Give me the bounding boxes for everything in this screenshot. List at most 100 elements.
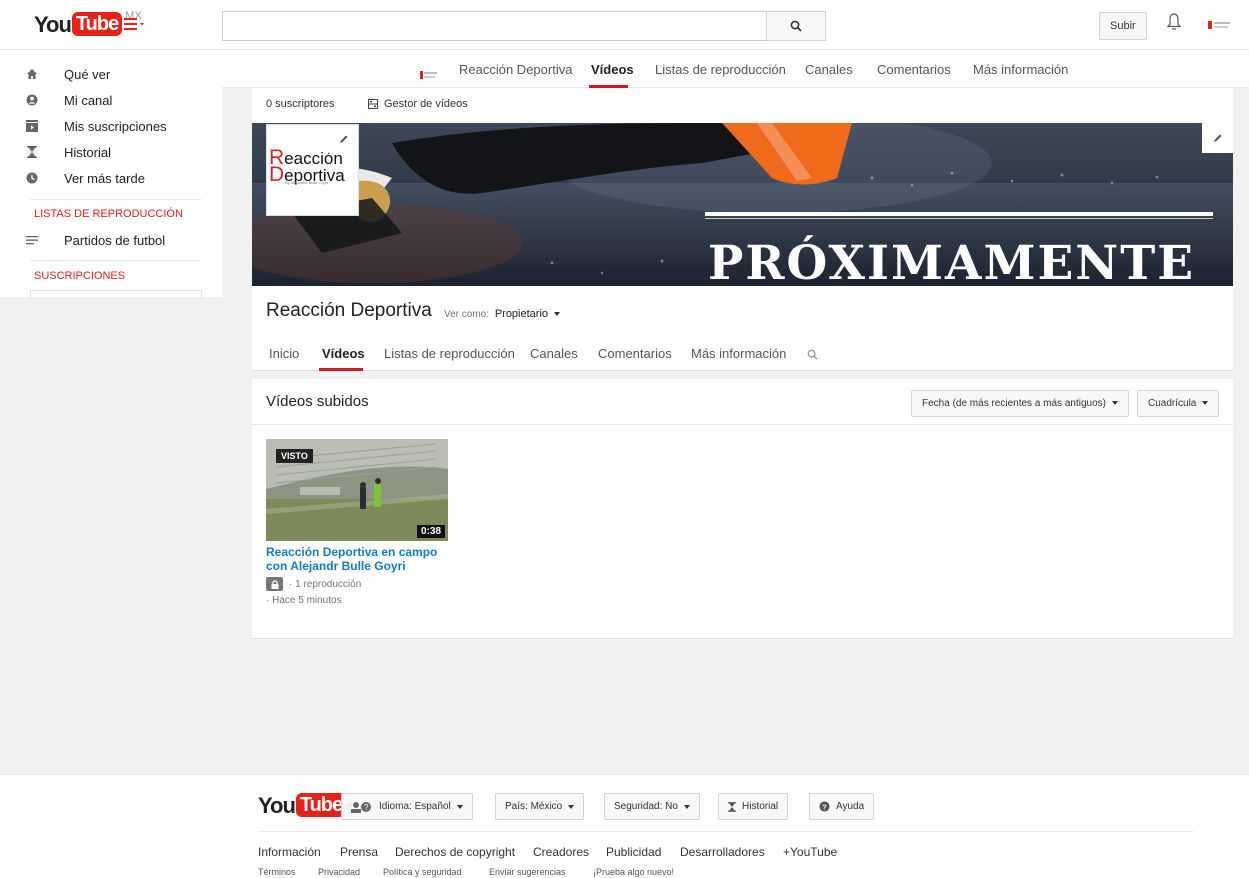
tab-channels[interactable]: Canales [530, 346, 578, 361]
channel-nav-comments[interactable]: Comentarios [877, 62, 951, 77]
banner-rule [705, 212, 1213, 216]
logo-byline: By Alejandro Bulle Goyri [285, 180, 329, 185]
language-icon: ? [351, 801, 371, 813]
user-icon [26, 94, 38, 106]
history-button[interactable]: Historial [718, 793, 789, 820]
clock-icon [26, 172, 38, 184]
chevron-down-icon [683, 804, 690, 809]
section-divider [252, 424, 1233, 425]
guide-sidebar: Qué ver Mi canal Mis suscripciones Histo… [0, 50, 222, 298]
sort-label: Fecha (de más recientes a más antiguos) [922, 398, 1106, 409]
bell-icon[interactable] [1166, 13, 1182, 34]
svg-text:?: ? [822, 802, 827, 811]
footer-link[interactable]: Desarrolladores [680, 845, 765, 859]
hourglass-icon [26, 146, 38, 158]
video-manager-link[interactable]: Gestor de vídeos [368, 98, 468, 110]
chevron-down-icon [554, 312, 561, 317]
channel-nav-name[interactable]: Reacción Deportiva [459, 62, 572, 77]
logo-letter-d: D [269, 163, 285, 186]
channel-nav-channels[interactable]: Canales [805, 62, 853, 77]
view-label: Cuadrícula [1148, 398, 1197, 409]
footer-link[interactable]: Creadores [533, 845, 589, 859]
sidebar-item-label: Historial [64, 144, 111, 160]
watched-badge: VISTO [276, 449, 313, 463]
safety-button[interactable]: Seguridad: No [604, 793, 700, 820]
channel-logo-text: Reacción Deportiva [269, 147, 345, 186]
language-button[interactable]: ? Idioma: Español [341, 793, 473, 820]
tab-about[interactable]: Más información [691, 346, 786, 361]
channel-avatar[interactable]: Reacción Deportiva By Alejandro Bulle Go… [266, 124, 359, 216]
lock-icon [266, 577, 283, 591]
sidebar-item-suscripciones[interactable]: Mis suscripciones [26, 116, 167, 136]
footer-link[interactable]: Derechos de copyright [395, 845, 515, 859]
footer: You Tube ? Idioma: Español País: México … [0, 774, 1249, 878]
sidebar-heading-playlists[interactable]: LISTAS DE REPRODUCCIÓN [34, 208, 183, 220]
tab-playlists[interactable]: Listas de reproducción [384, 346, 515, 361]
uploaded-videos-section: Vídeos subidos Fecha (de más recientes a… [252, 379, 1233, 639]
footer-link[interactable]: Prensa [340, 845, 378, 859]
sidebar-item-partidos[interactable]: Partidos de futbol [26, 230, 165, 250]
country-button[interactable]: País: México [495, 793, 585, 820]
sidebar-item-label: Mis suscripciones [64, 118, 167, 134]
video-duration: 0:38 [416, 525, 445, 538]
tab-videos[interactable]: Vídeos [322, 346, 365, 361]
search-button[interactable] [766, 11, 826, 41]
banner-text: PRÓXIMAMENTE [708, 236, 1196, 287]
footer-small-link[interactable]: Enviar sugerencias [489, 867, 566, 877]
upload-time: · Hace 5 minutos [266, 595, 342, 606]
sidebar-divider [30, 260, 201, 261]
video-thumbnail[interactable]: VISTO 0:38 [266, 439, 448, 541]
help-label: Ayuda [836, 801, 865, 812]
video-manager-label: Gestor de vídeos [384, 98, 468, 110]
footer-link[interactable]: Información [258, 845, 321, 859]
playlist-icon [26, 234, 38, 246]
footer-small-link[interactable]: Términos [258, 867, 296, 877]
video-title-link[interactable]: Reacción Deportiva en campo con Alejandr… [266, 545, 456, 573]
sidebar-item-ver-mas-tarde[interactable]: Ver más tarde [26, 168, 145, 188]
channel-nav-playlists[interactable]: Listas de reproducción [655, 62, 786, 77]
active-tab-indicator [319, 368, 363, 371]
video-meta: · 1 reproducción [266, 577, 361, 591]
footer-link[interactable]: Publicidad [606, 845, 661, 859]
guide-menu-icon[interactable] [124, 17, 146, 33]
subscriber-count: 0 suscriptores [266, 98, 335, 110]
subscriptions-icon [26, 120, 38, 132]
view-as-selector[interactable]: Ver como: Propietario [444, 308, 561, 320]
help-button[interactable]: ? Ayuda [809, 793, 875, 820]
tab-comments[interactable]: Comentarios [598, 346, 672, 361]
pencil-icon [1213, 134, 1221, 142]
channel-search-icon[interactable] [807, 348, 818, 363]
help-icon: ? [819, 801, 830, 812]
history-label: Historial [742, 801, 779, 812]
footer-small-link[interactable]: ¡Prueba algo nuevo! [593, 867, 674, 877]
channel-nav-about[interactable]: Más información [973, 62, 1068, 77]
logo-you: You [258, 793, 296, 818]
channel-banner: PRÓXIMAMENTE [252, 123, 1233, 286]
edit-banner-button[interactable] [1202, 123, 1233, 153]
footer-link[interactable]: +YouTube [783, 845, 837, 859]
sort-dropdown[interactable]: Fecha (de más recientes a más antiguos) [911, 390, 1129, 417]
svg-text:?: ? [364, 803, 369, 812]
channel-top-nav: Reacción Deportiva Vídeos Listas de repr… [222, 50, 1249, 88]
footer-youtube-logo[interactable]: You Tube [258, 793, 347, 819]
search-input[interactable] [222, 11, 767, 41]
sidebar-item-label: Ver más tarde [64, 170, 145, 186]
footer-small-link[interactable]: Privacidad [318, 867, 360, 877]
sidebar-item-que-ver[interactable]: Qué ver [27, 64, 110, 84]
tab-inicio[interactable]: Inicio [269, 346, 299, 361]
sidebar-item-mi-canal[interactable]: Mi canal [26, 90, 112, 110]
upload-button[interactable]: Subir [1099, 12, 1147, 40]
home-icon [26, 68, 38, 80]
view-dropdown[interactable]: Cuadrícula [1137, 390, 1220, 417]
sidebar-divider [30, 199, 201, 200]
video-manager-icon [368, 99, 378, 109]
channel-nav-videos[interactable]: Vídeos [591, 62, 634, 77]
channel-icon[interactable] [420, 67, 438, 79]
pencil-icon [339, 135, 347, 143]
sidebar-heading-subscriptions[interactable]: SUSCRIPCIONES [34, 270, 125, 282]
sidebar-item-historial[interactable]: Historial [27, 142, 111, 162]
channel-title[interactable]: Reacción Deportiva [266, 300, 432, 322]
edit-avatar-button[interactable] [329, 125, 358, 153]
avatar[interactable] [1208, 18, 1232, 32]
footer-small-link[interactable]: Política y seguridad [383, 867, 462, 877]
